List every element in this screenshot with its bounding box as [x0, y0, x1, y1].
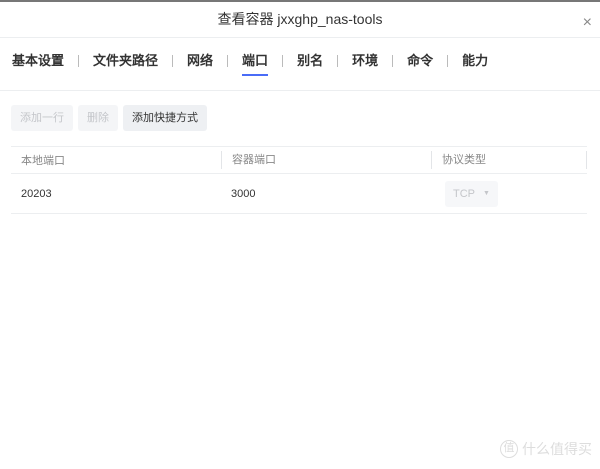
tab-command[interactable]: 命令 — [407, 50, 433, 76]
add-row-button[interactable]: 添加一行 — [11, 105, 73, 131]
watermark-logo-icon: 值 — [500, 440, 518, 458]
chevron-down-icon: ▼ — [483, 190, 490, 197]
dialog-title-bar: 查看容器 jxxghp_nas-tools × — [0, 2, 600, 38]
add-shortcut-button[interactable]: 添加快捷方式 — [123, 105, 207, 131]
protocol-cell: TCP ▼ — [431, 180, 587, 207]
tab-network[interactable]: 网络 — [187, 50, 213, 76]
tab-basic-settings[interactable]: 基本设置 — [12, 50, 64, 76]
table-header: 本地端口 容器端口 协议类型 — [11, 146, 587, 174]
tab-capabilities[interactable]: 能力 — [462, 50, 488, 76]
tab-separator — [227, 55, 229, 67]
watermark: 值 什么值得买 — [500, 439, 592, 459]
close-icon[interactable]: × — [583, 15, 592, 31]
tab-folder-paths[interactable]: 文件夹路径 — [93, 50, 158, 76]
tab-separator — [78, 55, 80, 67]
tab-environment[interactable]: 环境 — [352, 50, 378, 76]
protocol-select[interactable]: TCP ▼ — [445, 180, 498, 207]
tab-separator — [337, 55, 339, 67]
tab-separator — [392, 55, 394, 67]
toolbar: 添加一行 删除 添加快捷方式 — [11, 105, 207, 131]
header-protocol: 协议类型 — [431, 151, 587, 169]
header-local-port: 本地端口 — [21, 155, 65, 167]
header-container-port: 容器端口 — [221, 151, 431, 169]
protocol-value: TCP — [453, 187, 475, 200]
tab-aliases[interactable]: 别名 — [297, 50, 323, 76]
tab-separator — [282, 55, 284, 67]
dialog-title: 查看容器 jxxghp_nas-tools — [217, 11, 383, 27]
table-row[interactable]: 20203 3000 TCP ▼ — [11, 174, 587, 214]
local-port-cell: 20203 — [21, 187, 52, 200]
ports-table: 本地端口 容器端口 协议类型 20203 3000 TCP ▼ — [11, 146, 587, 214]
divider — [0, 90, 600, 91]
watermark-text: 什么值得买 — [522, 441, 592, 457]
tab-separator — [172, 55, 174, 67]
tab-ports[interactable]: 端口 — [242, 50, 269, 76]
tab-bar: 基本设置 文件夹路径 网络 端口 别名 环境 命令 能力 — [12, 50, 488, 76]
container-port-cell: 3000 — [231, 187, 256, 200]
delete-button[interactable]: 删除 — [78, 105, 118, 131]
tab-separator — [447, 55, 449, 67]
